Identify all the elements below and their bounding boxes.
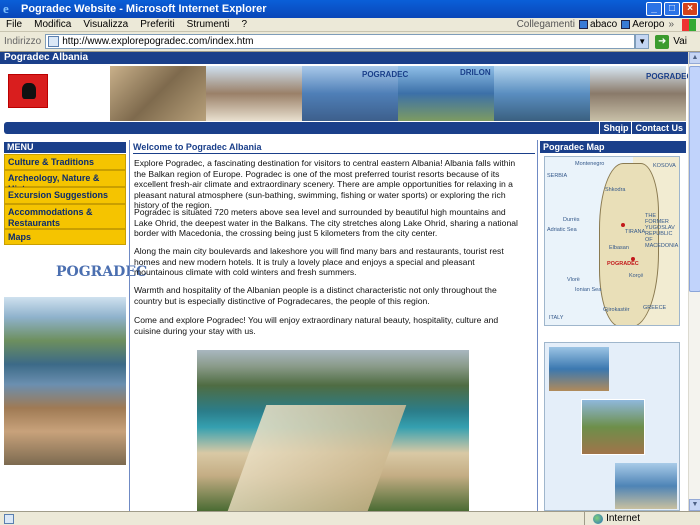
address-label: Indirizzo	[4, 36, 42, 47]
banner-label-drilon: DRILON	[460, 68, 491, 77]
menu-item-excursion-suggestions[interactable]: Excursion Suggestions	[4, 187, 126, 204]
banner-label-pogradec: POGRADEC	[362, 70, 409, 79]
internet-globe-icon	[593, 513, 604, 524]
menu-item-culture-traditions[interactable]: Culture & Traditions	[4, 154, 126, 170]
page-icon	[578, 20, 588, 29]
links-toolbar: Collegamenti abaco Aeropo »	[516, 18, 700, 31]
map-label-montenegro: Montenegro	[575, 161, 605, 167]
page-icon	[621, 20, 631, 29]
menu-item-accommodations-restaurants[interactable]: Accommodations & Restaurants	[4, 204, 126, 229]
map-label-gjirokaster: Gjirokastër	[603, 307, 630, 313]
windows-logo-icon	[682, 18, 696, 31]
map-label-pogradec: POGRADEC	[607, 261, 639, 267]
menu-strumenti[interactable]: Strumenti	[181, 19, 236, 30]
lake-beach-photo	[197, 350, 469, 511]
menu-item-maps[interactable]: Maps	[4, 229, 126, 245]
nav-link-shqip[interactable]: Shqip	[599, 122, 632, 134]
map-label-serbia: SERBIA	[547, 173, 568, 179]
links-label: Collegamenti	[516, 19, 575, 30]
hospitality-paragraph: Warmth and hospitality of the Albanian p…	[134, 285, 497, 306]
minimize-button[interactable]: _	[646, 2, 662, 16]
go-arrow-icon[interactable]: ➜	[655, 34, 670, 49]
boulevards-paragraph: Along the main city boulevards and lakes…	[134, 246, 504, 277]
map-label-ionian: Ionian Sea	[575, 287, 602, 293]
site-title-bar: Pogradec Albania	[0, 52, 688, 64]
banner-photo-mosaic	[110, 66, 206, 121]
scroll-up-arrow-icon[interactable]: ▲	[689, 52, 700, 64]
pogradec-aerial-photo	[4, 297, 126, 465]
link-aeropo-label: Aeropo	[632, 19, 665, 30]
column-divider-left	[129, 140, 130, 511]
location-paragraph: Pogradec is situated 720 meters above se…	[134, 207, 518, 238]
page-icon	[48, 36, 60, 47]
scroll-thumb[interactable]	[689, 66, 700, 292]
column-divider-right	[537, 140, 538, 511]
address-bar: Indirizzo http://www.explorepogradec.com…	[0, 32, 700, 52]
link-abaco-label: abaco	[589, 19, 618, 30]
map-label-adriatic: Adriatic Sea	[547, 227, 577, 233]
map-label-elbasan: Elbasan	[609, 245, 629, 251]
link-abaco[interactable]: abaco	[578, 19, 618, 30]
top-nav-bar: Shqip Contact Us	[4, 122, 686, 134]
map-label-durres: Durrës	[563, 217, 580, 223]
window-title: Pogradec Website - Microsoft Internet Ex…	[21, 3, 267, 15]
address-input[interactable]: http://www.explorepogradec.com/index.htm	[45, 34, 636, 49]
map-label-shkodra: Shkodra	[605, 187, 626, 193]
banner-label-pogradec-2: POGRADEC	[646, 72, 688, 81]
map-label-tirana: TIRANA	[625, 229, 646, 235]
tirana-marker-icon	[621, 223, 625, 227]
zone-label: Internet	[606, 513, 640, 524]
map-label-greece: GREECE	[643, 305, 667, 311]
menu-help[interactable]: ?	[235, 19, 253, 30]
security-zone: Internet	[584, 511, 700, 525]
map-label-korce: Korçë	[629, 273, 644, 279]
links-more-button[interactable]: »	[668, 19, 674, 30]
map-header: Pogradec Map	[540, 141, 686, 153]
pogradec-photo-collage	[544, 342, 680, 511]
albania-map[interactable]: Montenegro KOSOVA SERBIA Shkodra Durrës …	[544, 156, 680, 326]
map-label-italy: ITALY	[549, 315, 564, 321]
address-dropdown-button[interactable]: ▼	[635, 34, 650, 49]
internet-explorer-icon: e	[3, 1, 9, 16]
menu-preferiti[interactable]: Preferiti	[134, 19, 180, 30]
banner-photo-shore	[494, 66, 590, 121]
maximize-button[interactable]: □	[664, 2, 680, 16]
go-button-label[interactable]: Vai	[673, 36, 687, 47]
collage-photo-shore	[615, 463, 677, 509]
vertical-scrollbar[interactable]: ▲ ▼	[688, 52, 700, 511]
banner-photo-houses	[206, 66, 302, 121]
menu-header: MENU	[4, 142, 126, 153]
title-bar: e Pogradec Website - Microsoft Internet …	[0, 0, 700, 18]
nav-link-contact-us[interactable]: Contact Us	[631, 122, 686, 134]
top-nav-links: Shqip Contact Us	[599, 122, 686, 134]
menu-modifica[interactable]: Modifica	[28, 19, 77, 30]
collage-photo-villa	[581, 399, 645, 455]
eagle-icon	[22, 83, 36, 99]
page-status-icon	[4, 513, 14, 524]
welcome-heading: Welcome to Pogradec Albania	[133, 141, 535, 154]
web-page: Pogradec Albania POGRADEC DRILON POGRADE…	[0, 52, 688, 511]
beach-shore-shape	[227, 405, 407, 511]
menu-bar: File Modifica Visualizza Preferiti Strum…	[0, 18, 700, 32]
map-label-vlore: Vlorë	[567, 277, 580, 283]
menu-visualizza[interactable]: Visualizza	[77, 19, 134, 30]
intro-paragraph: Explore Pogradec, a fascinating destinat…	[134, 158, 516, 210]
invitation-paragraph: Come and explore Pogradec! You will enjo…	[134, 315, 499, 336]
close-button[interactable]: ×	[682, 2, 698, 16]
map-label-kosova: KOSOVA	[653, 163, 676, 169]
scroll-down-arrow-icon[interactable]: ▼	[689, 499, 700, 511]
menu-item-archeology-nature-history[interactable]: Archeology, Nature & History	[4, 170, 126, 194]
albanian-flag-image	[8, 74, 48, 108]
address-url: http://www.explorepogradec.com/index.htm	[62, 36, 254, 47]
map-label-macedonia: THE FORMER YUGOSLAV REPUBLIC OF MACEDONI…	[645, 213, 679, 249]
status-bar: Internet	[0, 511, 700, 525]
collage-photo-lake	[549, 347, 609, 391]
menu-file[interactable]: File	[0, 19, 28, 30]
link-aeropo[interactable]: Aeropo	[621, 19, 664, 30]
